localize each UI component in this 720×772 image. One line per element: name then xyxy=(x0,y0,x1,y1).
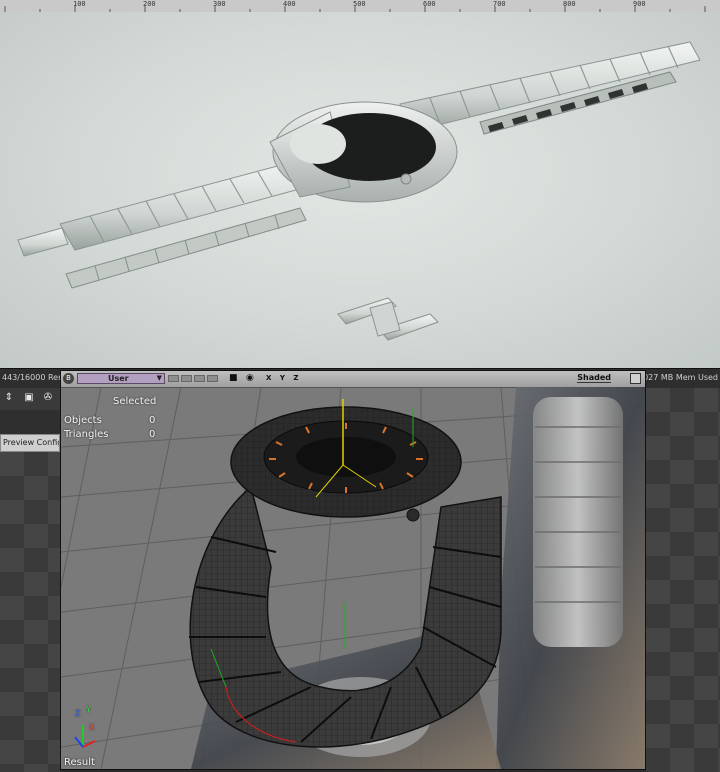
save-icon[interactable]: ▣ xyxy=(23,392,35,404)
objects-count: 0 xyxy=(149,415,156,426)
preview-configuration-tab[interactable]: Preview Configura xyxy=(0,434,60,452)
ruler-label: 300 xyxy=(213,0,226,8)
viewport-scene[interactable]: Selected Objects 0 Triangles 0 Z Y X Res… xyxy=(61,387,645,769)
layout-slot[interactable] xyxy=(168,375,179,382)
triangles-label: Triangles xyxy=(64,429,109,440)
layout-slot[interactable] xyxy=(181,375,192,382)
host-toolbar: ⇕ ▣ ✇ xyxy=(0,388,60,411)
result-label: Result xyxy=(64,757,95,768)
gizmo-z-label: Z xyxy=(75,709,81,718)
wireframe-scene xyxy=(61,387,645,769)
maximize-icon[interactable] xyxy=(630,373,641,384)
ruler-label: 800 xyxy=(563,0,576,8)
camera-label: User xyxy=(108,374,129,383)
transparency-checker-right xyxy=(646,388,720,772)
watch-case xyxy=(269,101,458,203)
clay-watch-render xyxy=(17,41,701,341)
layout-slot[interactable] xyxy=(207,375,218,382)
ruler-label: 600 xyxy=(423,0,436,8)
transparency-checker-left xyxy=(0,452,60,772)
3d-viewport[interactable]: B User ▼ ■ ◉ X Y Z Shaded Selected Objec… xyxy=(60,370,646,770)
ruler-label: 400 xyxy=(283,0,296,8)
gizmo-x-label: X xyxy=(89,723,95,732)
axis-toggles[interactable]: X Y Z xyxy=(266,374,301,382)
camera-icon[interactable]: ■ xyxy=(229,373,238,383)
layout-slot[interactable] xyxy=(194,375,205,382)
ruler-label: 900 xyxy=(633,0,646,8)
ruler-label: 700 xyxy=(493,0,506,8)
ruler-label: 100 xyxy=(73,0,86,8)
eye-icon[interactable]: ◉ xyxy=(246,373,254,383)
spare-link xyxy=(337,297,439,341)
bracelet-left-upper xyxy=(17,159,319,257)
camera-select[interactable]: User ▼ xyxy=(77,373,165,384)
render-icon[interactable]: ✇ xyxy=(42,392,54,404)
viewport-header: B User ▼ ■ ◉ X Y Z Shaded xyxy=(61,371,645,388)
gizmo-y-label: Y xyxy=(86,705,91,714)
triangles-count: 0 xyxy=(149,429,156,440)
shading-mode[interactable]: Shaded xyxy=(577,373,611,383)
objects-label: Objects xyxy=(64,415,102,426)
ruler-label: 200 xyxy=(143,0,156,8)
ruler-label: 500 xyxy=(353,0,366,8)
chevron-down-icon: ▼ xyxy=(156,374,162,382)
menu-icon[interactable]: B xyxy=(63,373,74,384)
host-panel-spacer xyxy=(0,410,60,434)
selected-label: Selected xyxy=(113,396,157,407)
wireframe-watch xyxy=(189,399,502,748)
up-arrow-icon[interactable]: ⇕ xyxy=(3,392,15,404)
render-preview xyxy=(0,12,720,368)
